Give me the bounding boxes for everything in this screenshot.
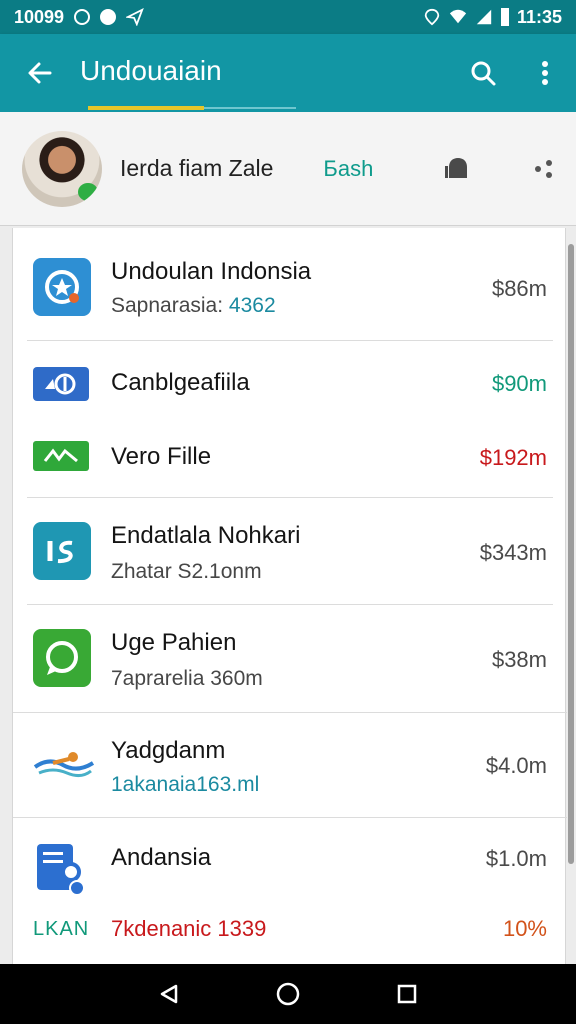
send-icon — [126, 8, 144, 26]
list-item-subtitle: Sapnarasia: 4362 — [111, 294, 276, 318]
back-icon — [161, 984, 178, 1004]
status-bar: 10099 11:35 — [0, 0, 576, 34]
location-icon — [424, 8, 440, 26]
list-item-title: Undoulan Indonsia — [111, 258, 312, 285]
search-icon — [471, 61, 496, 86]
bell-icon[interactable] — [443, 154, 473, 184]
list-item[interactable]: Andansia $1.0m — [13, 818, 567, 898]
tab-indicator-track — [204, 107, 296, 109]
list-item[interactable]: Yadgdanm 1akanaia163.ml $4.0m — [13, 713, 567, 817]
status-dot-icon — [74, 9, 91, 25]
list-item-amount: $1.0m — [485, 846, 547, 871]
star-app-icon — [33, 258, 91, 316]
list-item-subtitle: Zhatar S2.1onm — [111, 560, 262, 583]
profile-bar: Ierda fiam Zale Бash — [0, 112, 576, 226]
chart-app-icon — [33, 522, 91, 580]
list-item-amount: $38m — [491, 647, 547, 672]
footer-logo: LKAN — [33, 918, 90, 940]
scrollbar[interactable] — [568, 244, 574, 864]
wifi-icon — [449, 9, 467, 24]
list-item-title: Uge Pahien — [111, 629, 237, 656]
subtitle-value: 4362 — [228, 294, 276, 317]
overflow-menu-button[interactable] — [514, 34, 576, 112]
list-item-title: Endatlala Nohkari — [111, 522, 301, 549]
list-item-amount: $90m — [491, 371, 547, 396]
cash-app-icon — [33, 441, 89, 471]
list-item-subtitle: 1akanaia163.ml — [111, 773, 260, 796]
nav-recents-button[interactable] — [387, 974, 427, 1014]
active-tab-indicator — [88, 106, 204, 110]
app-bar: Undouaiain — [0, 34, 576, 112]
profile-name: Ierda fiam Zale — [120, 155, 274, 181]
list-item-title: Canblgeafiila — [111, 369, 250, 396]
list-item-title: Yadgdanm — [111, 737, 226, 764]
chat-app-icon — [33, 629, 91, 687]
page-title: Undouaiain — [80, 55, 222, 86]
list-item[interactable]: Undoulan Indonsia Sapnarasia: 4362 $86m — [13, 228, 567, 340]
list-item[interactable]: Canblgeafiila $90m — [13, 341, 567, 421]
status-time-right: 11:35 — [516, 6, 562, 27]
arrow-left-icon — [28, 62, 52, 84]
home-icon — [276, 982, 300, 1006]
summary-row: LKAN 7kdenanic 1339 10% — [13, 898, 567, 964]
signal-icon — [476, 9, 492, 25]
battery-icon — [500, 8, 509, 26]
list-item-title: Andansia — [111, 844, 212, 871]
nav-back-button[interactable] — [149, 974, 189, 1014]
recents-icon — [397, 984, 416, 1004]
nav-home-button[interactable] — [268, 974, 308, 1014]
subtitle-label: Sapnarasia: — [111, 294, 224, 317]
list-item-amount: $343m — [479, 540, 547, 565]
footer-label: 7kdenanic 1339 — [111, 916, 267, 941]
list-item-amount: $4.0m — [485, 753, 547, 778]
profile-action-link[interactable]: Бash — [323, 156, 373, 182]
transactions-list: Undoulan Indonsia Sapnarasia: 4362 $86m … — [12, 228, 567, 964]
share-icon[interactable] — [533, 158, 555, 180]
footer-percent: 10% — [502, 916, 547, 941]
list-item-subtitle: 7aprarelia 360m — [111, 667, 263, 690]
list-item-amount: $86m — [491, 276, 547, 301]
back-button[interactable] — [0, 34, 80, 112]
avatar[interactable] — [22, 130, 102, 207]
system-nav-bar — [0, 964, 576, 1024]
search-button[interactable] — [452, 34, 514, 112]
list-item-title: Vero Fille — [111, 443, 212, 470]
notification-icon — [100, 9, 117, 25]
list-item[interactable]: Uge Pahien 7aprarelia 360m $38m — [13, 605, 567, 711]
swimmer-icon — [33, 743, 95, 783]
list-item[interactable]: Endatlala Nohkari Zhatar S2.1onm $343m — [13, 498, 567, 604]
document-app-icon — [33, 840, 91, 900]
loop-app-icon — [33, 367, 89, 401]
status-time-left: 10099 — [14, 6, 65, 27]
more-vertical-icon — [542, 61, 548, 85]
list-item-amount: $192m — [479, 445, 547, 470]
list-item[interactable]: Vero Fille $192m — [13, 421, 567, 497]
